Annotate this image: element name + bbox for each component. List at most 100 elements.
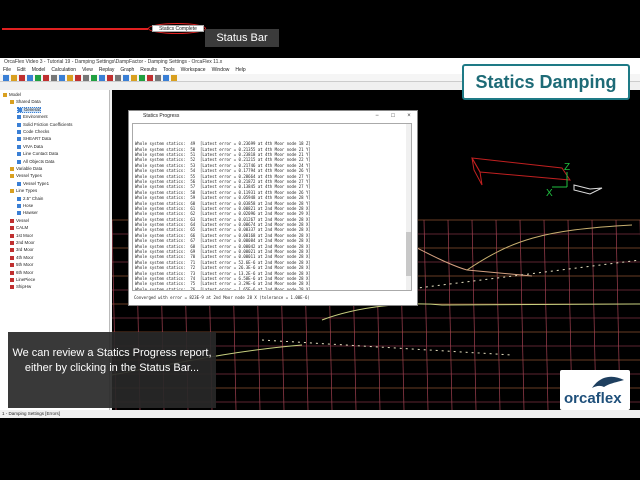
toolbar-button[interactable] (51, 75, 57, 81)
tree-item-icon (17, 159, 21, 164)
tree-item[interactable]: 2.5" Chain (17, 196, 43, 202)
tree-item-label: CALM (16, 225, 29, 231)
close-button[interactable]: × (405, 112, 413, 120)
tree-item[interactable]: CALM (10, 225, 28, 231)
tree-item-icon (17, 181, 21, 186)
menu-edit[interactable]: Edit (14, 66, 29, 74)
tree-item[interactable]: 1st Moor (10, 233, 33, 239)
tree-item[interactable]: Vessel Types (10, 173, 42, 179)
tree-item-icon (10, 233, 14, 238)
tree-item-icon (10, 270, 14, 275)
caption-box: We can review a Statics Progress report,… (8, 332, 216, 408)
tree-item[interactable]: 2nd Moor (10, 240, 35, 246)
tree-item[interactable]: Vessel Type1 (17, 181, 49, 187)
tree-item[interactable]: Shared Data (10, 99, 41, 105)
tree-item[interactable]: 5th Moor (10, 262, 33, 268)
tree-item[interactable]: General (17, 106, 41, 113)
tree-item-icon (10, 278, 14, 282)
maximize-button[interactable]: □ (389, 112, 397, 120)
menu-graph[interactable]: Graph (117, 66, 137, 74)
tree-item[interactable]: 6th Moor (10, 270, 33, 276)
toolbar-button[interactable] (19, 75, 25, 81)
vessel-shape (471, 157, 571, 186)
tree-item[interactable]: Environment (17, 114, 48, 120)
tree-item[interactable]: VIVA Data (17, 144, 43, 150)
tree-item-label: Hawser (23, 210, 38, 216)
menu-model[interactable]: Model (29, 66, 49, 74)
tree-item-label: 3rd Moor (16, 247, 34, 253)
toolbar-button[interactable] (107, 75, 113, 81)
tree-item[interactable]: Hawser (17, 210, 38, 216)
grid-line (447, 219, 453, 410)
tree-item[interactable]: 4th Moor (10, 255, 33, 261)
toolbar-button[interactable] (11, 75, 17, 81)
tree-item[interactable]: ShipHw (10, 284, 31, 290)
toolbar-button[interactable] (67, 75, 73, 81)
tree-item[interactable]: 3rd Moor (10, 247, 34, 253)
toolbar-button[interactable] (123, 75, 129, 81)
tree-item-label: 6th Moor (16, 269, 34, 275)
tree-item-icon (17, 196, 21, 201)
tree-item-label: Vessel (16, 217, 29, 223)
toolbar-button[interactable] (75, 75, 81, 81)
toolbar-button[interactable] (139, 75, 145, 81)
scroll-thumb[interactable] (406, 232, 411, 276)
tree-item-icon (10, 174, 14, 179)
orcaflex-logo: orcaflex (560, 370, 630, 410)
tree-item-label: Hose (23, 203, 34, 208)
statics-complete-status[interactable]: Statics Complete (152, 25, 204, 32)
toolbar-button[interactable] (91, 75, 97, 81)
tree-item[interactable]: Line Contact Data (17, 151, 58, 157)
toolbar-button[interactable] (43, 75, 49, 81)
tree-item[interactable]: Hose (17, 203, 33, 209)
toolbar-button[interactable] (155, 75, 161, 81)
progress-log[interactable]: Whole system statics: 49 [Latest error =… (132, 123, 412, 291)
tree-item[interactable]: SHEAR7 Data (17, 136, 51, 142)
toolbar-button[interactable] (83, 75, 89, 81)
tree-item[interactable]: All Objects Data (17, 159, 54, 165)
menu-results[interactable]: Results (137, 66, 160, 74)
tree-item[interactable]: LinePiece (10, 277, 35, 283)
grid-line (519, 219, 525, 410)
grid-line (423, 219, 429, 410)
orca-icon (592, 376, 624, 388)
toolbar-button[interactable] (99, 75, 105, 81)
menu-replay[interactable]: Replay (96, 66, 118, 74)
tree-item[interactable]: Variable Data (10, 166, 42, 172)
tree-item-label: VIVA Data (23, 143, 43, 149)
tree-item[interactable]: Vessel (10, 218, 29, 224)
menu-window[interactable]: Window (209, 66, 233, 74)
toolbar-button[interactable] (131, 75, 137, 81)
menu-view[interactable]: View (79, 66, 96, 74)
tree-item-icon (10, 285, 14, 290)
tree-item[interactable]: Code Checks (17, 129, 49, 135)
letterbox-bottom (0, 418, 640, 480)
toolbar-button[interactable] (3, 75, 9, 81)
menu-help[interactable]: Help (232, 66, 248, 74)
menu-tools[interactable]: Tools (160, 66, 178, 74)
tree-item[interactable]: Model (3, 92, 21, 98)
tree-item[interactable]: Line Types (10, 188, 37, 194)
toolbar-button[interactable] (115, 75, 121, 81)
tree-item-label: 2.5" Chain (23, 195, 44, 201)
axis-z-label: Z (564, 162, 570, 173)
mooring-line-right (466, 224, 633, 271)
toolbar-button[interactable] (163, 75, 169, 81)
tree-item-label: 4th Moor (16, 254, 34, 260)
tree-item-icon (17, 211, 21, 216)
tree-item[interactable]: Solid Friction Coefficients (17, 122, 72, 128)
toolbar-button[interactable] (35, 75, 41, 81)
status-bar[interactable]: 1 - Damping Settings [Errors] (0, 410, 640, 418)
menu-calculation[interactable]: Calculation (48, 66, 79, 74)
log-scrollbar[interactable] (406, 124, 411, 290)
toolbar-button[interactable] (171, 75, 177, 81)
toolbar-button[interactable] (59, 75, 65, 81)
grid-line (471, 219, 477, 410)
statics-progress-dialog: Statics Progress − □ × Whole system stat… (128, 110, 418, 306)
menu-file[interactable]: File (0, 66, 14, 74)
grid-line (495, 219, 501, 410)
toolbar-button[interactable] (147, 75, 153, 81)
toolbar-button[interactable] (27, 75, 33, 81)
menu-workspace[interactable]: Workspace (178, 66, 209, 74)
minimize-button[interactable]: − (373, 112, 381, 120)
